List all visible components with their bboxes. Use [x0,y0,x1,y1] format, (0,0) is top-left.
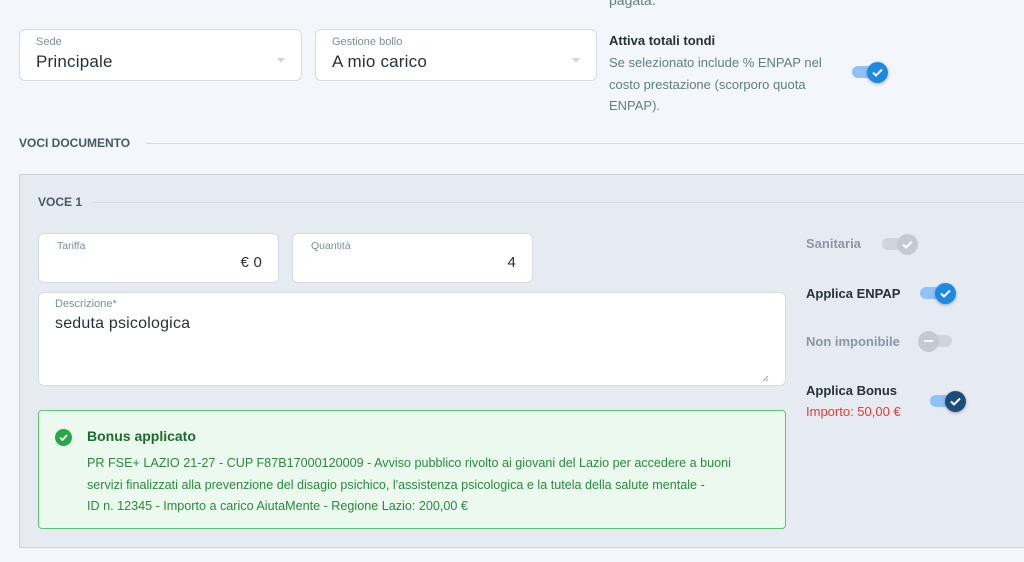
description-line: ENPAP). [609,98,661,113]
gestione-bollo-label: Gestione bollo [332,36,403,48]
voce-divider [92,202,1024,203]
bonus-alert: Bonus applicato PR FSE+ LAZIO 21-27 - CU… [38,410,786,529]
quantita-label: Quantità [311,240,351,252]
sede-value: Principale [36,52,113,71]
voce-title: VOCE 1 [38,195,83,209]
bonus-line: PR FSE+ LAZIO 21-27 - CUP F87B1700012000… [87,456,731,470]
check-circle-icon [55,429,72,446]
sanitaria-toggle[interactable] [882,233,918,255]
minus-icon [918,330,939,352]
sede-label: Sede [36,36,62,48]
totali-tondi-toggle[interactable] [852,61,888,83]
bonus-title: Bonus applicato [87,428,196,444]
sede-select[interactable]: Sede Principale [19,29,302,81]
bonus-description: PR FSE+ LAZIO 21-27 - CUP F87B1700012000… [87,453,777,518]
applica-enpap-label: Applica ENPAP [806,286,901,301]
description-line: Se selezionato include % ENPAP nel [609,55,822,70]
totali-tondi-block: Attiva totali tondi Se selezionato inclu… [609,33,869,117]
voci-documento-title: VOCI DOCUMENTO [19,136,131,150]
descrizione-textarea[interactable]: Descrizione* seduta psicologica [38,292,786,386]
previous-text-fragment: pagata. [609,0,656,8]
chevron-down-icon [572,58,580,63]
descrizione-label: Descrizione* [55,298,117,310]
totali-tondi-description: Se selezionato include % ENPAP nel costo… [609,52,869,117]
non-imponibile-label: Non imponibile [806,334,900,349]
applica-enpap-toggle[interactable] [920,282,956,304]
resize-handle-icon[interactable] [762,375,769,382]
tariffa-value: € 0 [240,254,262,271]
tariffa-input[interactable]: Tariffa € 0 [38,233,279,283]
totali-tondi-title: Attiva totali tondi [609,33,716,48]
quantita-value: 4 [507,254,516,271]
descrizione-value: seduta psicologica [55,315,191,332]
sanitaria-label: Sanitaria [806,236,861,251]
tariffa-label: Tariffa [57,240,86,252]
chevron-down-icon [277,58,285,63]
gestione-bollo-value: A mio carico [332,52,427,71]
check-icon [945,390,966,412]
applica-bonus-toggle[interactable] [930,390,966,412]
section-divider [146,143,1024,144]
quantita-input[interactable]: Quantità 4 [292,233,533,283]
description-line: costo prestazione (scorporo quota [609,76,806,92]
applica-bonus-label: Applica Bonus [806,383,898,398]
non-imponibile-toggle[interactable] [918,330,952,352]
check-icon [867,61,888,83]
bonus-line: servizi finalizzati alla prevenzione del… [87,477,705,492]
check-icon [935,282,956,304]
gestione-bollo-select[interactable]: Gestione bollo A mio carico [315,29,597,81]
check-icon [897,233,918,255]
bonus-line: ID n. 12345 - Importo a carico AiutaMent… [87,499,468,513]
bonus-importo: Importo: 50,00 € [806,404,901,419]
